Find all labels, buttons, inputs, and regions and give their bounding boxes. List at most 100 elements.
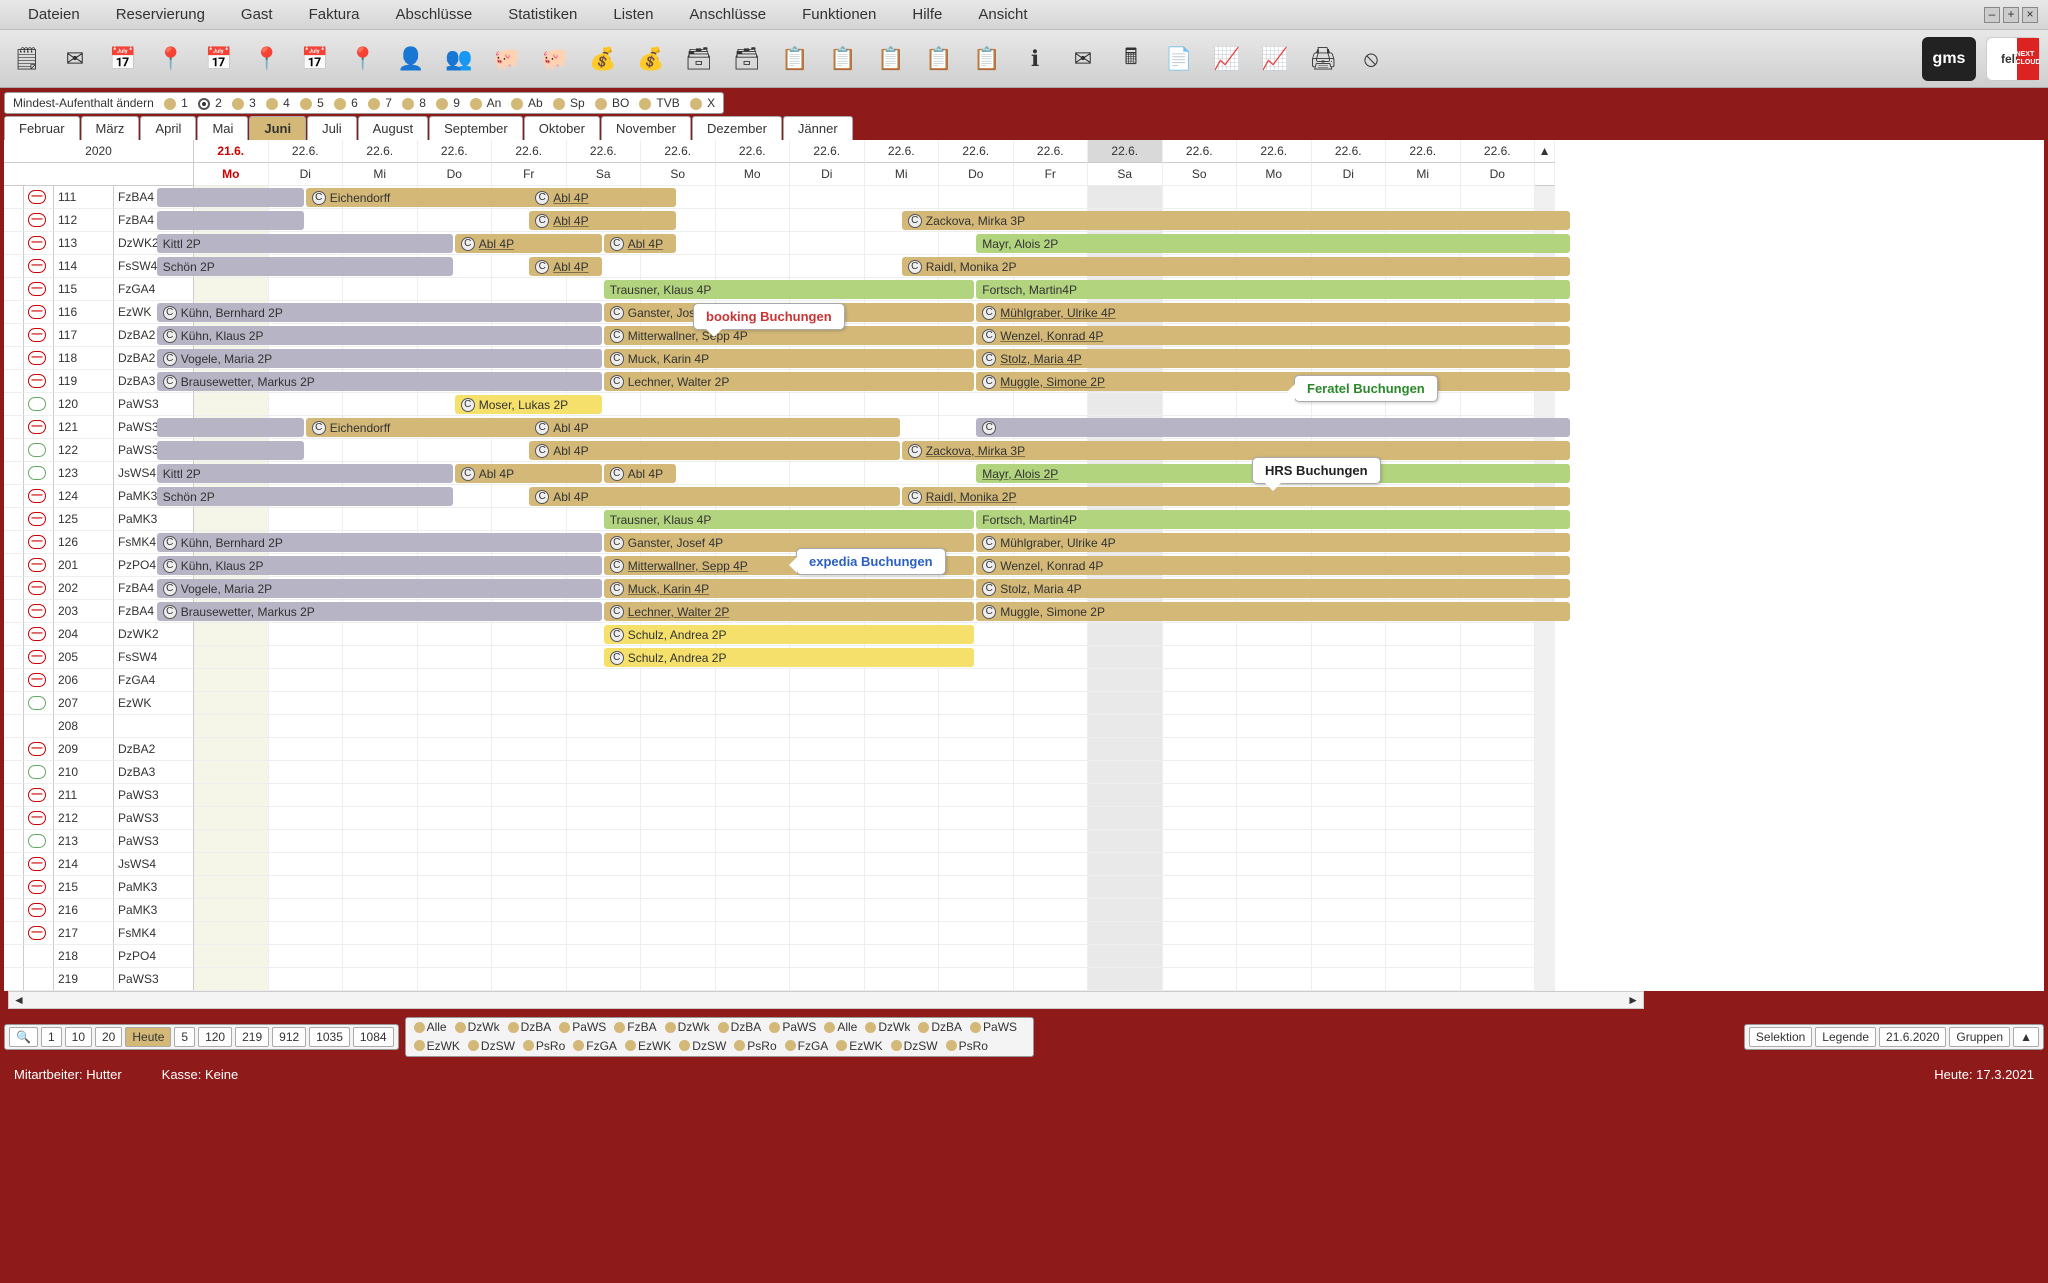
- grid-cell[interactable]: [1163, 761, 1238, 784]
- cat-DzWk[interactable]: DzWk: [665, 1020, 710, 1034]
- booking-bar[interactable]: CAbl 4P: [529, 487, 900, 506]
- envelope-icon[interactable]: ✉: [1064, 40, 1102, 78]
- grid-cell[interactable]: [194, 830, 269, 853]
- room-number[interactable]: 204: [54, 623, 114, 646]
- grid-cell[interactable]: [567, 968, 642, 991]
- grid-cell[interactable]: [492, 646, 567, 669]
- grid-cell[interactable]: [1237, 186, 1312, 209]
- grid-cell[interactable]: [269, 922, 344, 945]
- grid-cell[interactable]: [1237, 922, 1312, 945]
- grid-cell[interactable]: [1312, 761, 1387, 784]
- grid-cell[interactable]: [865, 715, 940, 738]
- grid-cell[interactable]: [790, 876, 865, 899]
- grid-cell[interactable]: [1237, 784, 1312, 807]
- persons-icon[interactable]: 👥: [440, 40, 478, 78]
- grid-cell[interactable]: [716, 715, 791, 738]
- grid-cell[interactable]: [343, 830, 418, 853]
- grid-cell[interactable]: [1014, 186, 1089, 209]
- grid-cell[interactable]: [790, 807, 865, 830]
- booking-bar[interactable]: [157, 441, 304, 460]
- grid-cell[interactable]: [1014, 830, 1089, 853]
- grid-cell[interactable]: [418, 508, 493, 531]
- grid-cell[interactable]: [1163, 623, 1238, 646]
- booking-bar[interactable]: CAbl 4P: [529, 441, 900, 460]
- grid-cell[interactable]: [194, 646, 269, 669]
- room-number[interactable]: 124: [54, 485, 114, 508]
- booking-bar[interactable]: [157, 418, 304, 437]
- grid-cell[interactable]: [194, 715, 269, 738]
- booking-bar[interactable]: Schön 2P: [157, 257, 453, 276]
- filter-opt-4[interactable]: 4: [266, 96, 290, 110]
- tab-oktober[interactable]: Oktober: [524, 116, 600, 140]
- grid-cell[interactable]: [269, 945, 344, 968]
- room-number[interactable]: 214: [54, 853, 114, 876]
- grid-cell[interactable]: [418, 945, 493, 968]
- calendar-plus-icon[interactable]: 📅: [104, 40, 142, 78]
- booking-bar[interactable]: CAbl 4P: [455, 464, 602, 483]
- menu-faktura[interactable]: Faktura: [291, 6, 378, 23]
- grid-cell[interactable]: [865, 784, 940, 807]
- grid-cell[interactable]: [716, 945, 791, 968]
- grid-cell[interactable]: [1461, 945, 1536, 968]
- booking-bar[interactable]: CMuggle, Simone 2P: [976, 602, 1570, 621]
- room-number[interactable]: 122: [54, 439, 114, 462]
- grid-cell[interactable]: [1237, 807, 1312, 830]
- grid-cell[interactable]: [716, 232, 791, 255]
- grid-cell[interactable]: [194, 393, 269, 416]
- grid-cell[interactable]: [939, 830, 1014, 853]
- room-number[interactable]: 120: [54, 393, 114, 416]
- grid-cell[interactable]: [939, 784, 1014, 807]
- grid-cell[interactable]: [1088, 876, 1163, 899]
- grid-cell[interactable]: [1088, 738, 1163, 761]
- grid-cell[interactable]: [641, 669, 716, 692]
- grid-cell[interactable]: [790, 715, 865, 738]
- grid-cell[interactable]: [1461, 646, 1536, 669]
- booking-bar[interactable]: CMühlgraber, Ulrike 4P: [976, 303, 1570, 322]
- grid-cell[interactable]: [343, 899, 418, 922]
- grid-cell[interactable]: [343, 508, 418, 531]
- cat-FzBA[interactable]: FzBA: [614, 1020, 656, 1034]
- grid-cell[interactable]: [1237, 715, 1312, 738]
- grid-cell[interactable]: [790, 462, 865, 485]
- grid-cell[interactable]: [865, 899, 940, 922]
- booking-bar[interactable]: CStolz, Maria 4P: [976, 579, 1570, 598]
- grid-cell[interactable]: [1014, 715, 1089, 738]
- grid-cell[interactable]: [716, 393, 791, 416]
- grid-cell[interactable]: [1461, 807, 1536, 830]
- grid-cell[interactable]: [1312, 623, 1387, 646]
- room-number[interactable]: 213: [54, 830, 114, 853]
- grid-cell[interactable]: [1088, 922, 1163, 945]
- grid-cell[interactable]: [1386, 830, 1461, 853]
- grid-cell[interactable]: [790, 761, 865, 784]
- grid-cell[interactable]: [1237, 623, 1312, 646]
- grid-cell[interactable]: [492, 669, 567, 692]
- clip-arrow-icon[interactable]: 📋: [920, 40, 958, 78]
- grid-cell[interactable]: [641, 784, 716, 807]
- grid-cell[interactable]: [418, 692, 493, 715]
- grid-cell[interactable]: [641, 945, 716, 968]
- filter-opt-8[interactable]: 8: [402, 96, 426, 110]
- grid-cell[interactable]: [418, 922, 493, 945]
- booking-bar[interactable]: CBrausewetter, Markus 2P: [157, 372, 602, 391]
- cat-DzSW[interactable]: DzSW: [891, 1039, 938, 1053]
- filter-opt-3[interactable]: 3: [232, 96, 256, 110]
- grid-cell[interactable]: [1312, 646, 1387, 669]
- booking-bar[interactable]: CMuggle, Simone 2P: [976, 372, 1570, 391]
- booking-bar[interactable]: CZackova, Mirka 3P: [902, 211, 1571, 230]
- grid-cell[interactable]: [1163, 669, 1238, 692]
- grid-cell[interactable]: [641, 692, 716, 715]
- grid-cell[interactable]: [790, 968, 865, 991]
- grid-cell[interactable]: [716, 761, 791, 784]
- grid-cell[interactable]: [1163, 784, 1238, 807]
- grid-cell[interactable]: [343, 738, 418, 761]
- grid-cell[interactable]: [343, 669, 418, 692]
- grid-cell[interactable]: [641, 830, 716, 853]
- grid-cell[interactable]: [1312, 830, 1387, 853]
- grid-cell[interactable]: [1088, 830, 1163, 853]
- calc-icon[interactable]: 🖩: [1112, 40, 1150, 78]
- grid-cell[interactable]: [1088, 761, 1163, 784]
- booking-bar[interactable]: CAbl 4P: [529, 211, 676, 230]
- grid-cell[interactable]: [641, 899, 716, 922]
- grid-cell[interactable]: [269, 715, 344, 738]
- grid-cell[interactable]: [939, 715, 1014, 738]
